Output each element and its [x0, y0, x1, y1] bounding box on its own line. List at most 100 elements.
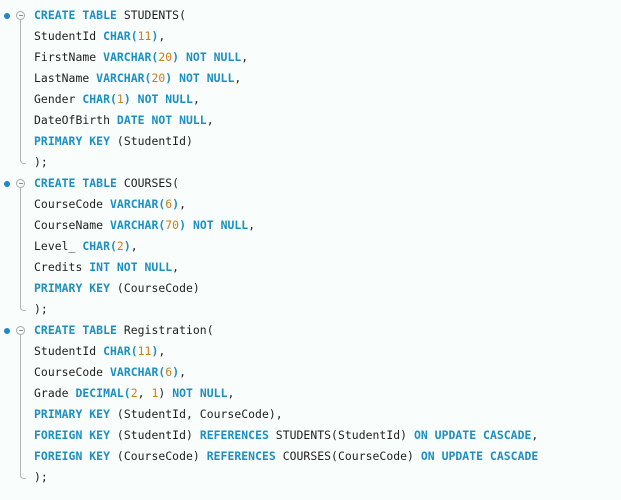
sql-keyword: DATE NOT NULL	[116, 113, 207, 127]
sql-keyword: PRIMARY KEY	[34, 134, 110, 148]
identifier-text: ,	[158, 344, 166, 358]
code-line[interactable]: CREATE TABLE COURSES(	[34, 173, 179, 194]
breakpoint-dot-icon[interactable]	[4, 13, 10, 19]
code-line[interactable]: Gender CHAR(1) NOT NULL,	[34, 89, 200, 110]
fold-guide-line	[20, 188, 21, 308]
code-line[interactable]: LastName VARCHAR(20) NOT NULL,	[34, 68, 241, 89]
sql-keyword: CREATE TABLE	[34, 8, 117, 22]
sql-keyword: CHAR(	[82, 92, 117, 106]
identifier-text: ,	[241, 50, 249, 64]
fold-collapse-icon[interactable]	[16, 326, 25, 335]
identifier-text: Level_	[34, 239, 83, 253]
number-literal: 20	[151, 71, 166, 85]
identifier-text: CourseCode	[34, 197, 110, 211]
sql-keyword: VARCHAR(	[103, 50, 159, 64]
identifier-text: ,	[172, 260, 180, 274]
identifier-text: ,	[192, 92, 200, 106]
number-literal: 2	[116, 239, 124, 253]
identifier-text: COURSES(CourseCode)	[275, 449, 421, 463]
breakpoint-dot-icon[interactable]	[4, 328, 10, 334]
sql-keyword: FOREIGN KEY	[34, 449, 110, 463]
code-line[interactable]: CourseCode VARCHAR(6),	[34, 194, 186, 215]
sql-keyword: NOT NULL	[186, 50, 242, 64]
identifier-text: );	[34, 302, 48, 316]
code-line[interactable]: PRIMARY KEY (CourseCode)	[34, 278, 200, 299]
identifier-text: (StudentId)	[110, 134, 193, 148]
fold-collapse-icon[interactable]	[16, 179, 25, 188]
code-line[interactable]: DateOfBirth DATE NOT NULL,	[34, 110, 214, 131]
identifier-text: COURSES(	[116, 176, 180, 190]
identifier-text: Registration(	[116, 323, 214, 337]
sql-keyword: CREATE TABLE	[34, 176, 117, 190]
identifier-text: (CourseCode)	[110, 449, 207, 463]
code-line[interactable]: PRIMARY KEY (StudentId, CourseCode),	[34, 404, 283, 425]
identifier-text: ,	[137, 386, 152, 400]
code-line[interactable]: CourseName VARCHAR(70) NOT NULL,	[34, 215, 255, 236]
sql-keyword: VARCHAR(	[110, 218, 166, 232]
sql-keyword: )	[179, 218, 187, 232]
identifier-text: ,	[206, 113, 214, 127]
identifier-text: ,	[179, 365, 187, 379]
identifier-text: Gender	[34, 92, 83, 106]
sql-keyword: PRIMARY KEY	[34, 407, 110, 421]
code-line[interactable]: );	[34, 152, 48, 173]
identifier-text: );	[34, 470, 48, 484]
identifier-text	[131, 92, 138, 106]
code-line[interactable]: Credits INT NOT NULL,	[34, 257, 179, 278]
sql-keyword: REFERENCES	[206, 449, 276, 463]
code-line[interactable]: FOREIGN KEY (StudentId) REFERENCES STUDE…	[34, 425, 538, 446]
code-line[interactable]: FOREIGN KEY (CourseCode) REFERENCES COUR…	[34, 446, 538, 467]
code-line[interactable]: PRIMARY KEY (StudentId)	[34, 131, 193, 152]
sql-keyword: PRIMARY KEY	[34, 281, 110, 295]
sql-keyword: REFERENCES	[199, 428, 269, 442]
code-line[interactable]: CREATE TABLE STUDENTS(	[34, 5, 186, 26]
identifier-text: STUDENTS(StudentId)	[268, 428, 414, 442]
fold-collapse-icon[interactable]	[16, 11, 25, 20]
sql-keyword: VARCHAR(	[96, 71, 152, 85]
identifier-text: ,	[531, 428, 539, 442]
code-line[interactable]: CourseCode VARCHAR(6),	[34, 362, 186, 383]
sql-keyword: NOT NULL	[137, 92, 193, 106]
identifier-text	[179, 50, 186, 64]
identifier-text: LastName	[34, 71, 97, 85]
breakpoint-dot-icon[interactable]	[4, 181, 10, 187]
code-line[interactable]: StudentId CHAR(11),	[34, 341, 165, 362]
identifier-text: StudentId	[34, 29, 104, 43]
code-line[interactable]: );	[34, 299, 48, 320]
number-literal: 70	[165, 218, 180, 232]
code-line[interactable]: Grade DECIMAL(2, 1) NOT NULL,	[34, 383, 234, 404]
sql-code-editor[interactable]: CREATE TABLE STUDENTS(StudentId CHAR(11)…	[0, 0, 621, 500]
sql-keyword: NOT NULL	[192, 218, 249, 232]
identifier-text: )	[158, 386, 173, 400]
code-line[interactable]: Level_ CHAR(2),	[34, 236, 138, 257]
number-literal: 2	[130, 386, 138, 400]
identifier-text: DateOfBirth	[34, 113, 117, 127]
identifier-text: ,	[248, 218, 256, 232]
fold-guide-line	[20, 335, 21, 476]
number-literal: 11	[137, 344, 152, 358]
code-line[interactable]: CREATE TABLE Registration(	[34, 320, 214, 341]
sql-keyword: NOT NULL	[172, 386, 228, 400]
sql-keyword: CREATE TABLE	[34, 323, 117, 337]
identifier-text: CourseName	[34, 218, 110, 232]
fold-guide-line	[20, 20, 21, 161]
code-line[interactable]: );	[34, 467, 48, 488]
identifier-text: ,	[130, 239, 138, 253]
code-line[interactable]: StudentId CHAR(11),	[34, 26, 165, 47]
identifier-text: FirstName	[34, 50, 104, 64]
identifier-text: ,	[158, 29, 166, 43]
identifier-text: (CourseCode)	[110, 281, 200, 295]
identifier-text: Credits	[34, 260, 90, 274]
identifier-text: );	[34, 155, 48, 169]
number-literal: 20	[158, 50, 173, 64]
code-line[interactable]: FirstName VARCHAR(20) NOT NULL,	[34, 47, 248, 68]
identifier-text	[186, 218, 193, 232]
fold-guide-end	[20, 306, 26, 311]
sql-keyword: ON UPDATE CASCADE	[413, 428, 532, 442]
identifier-text: (StudentId)	[110, 428, 200, 442]
identifier-text: STUDENTS(	[116, 8, 186, 22]
number-literal: 1	[116, 92, 124, 106]
identifier-text: ,	[179, 197, 187, 211]
sql-keyword: )	[123, 92, 131, 106]
identifier-text: ,	[234, 71, 242, 85]
